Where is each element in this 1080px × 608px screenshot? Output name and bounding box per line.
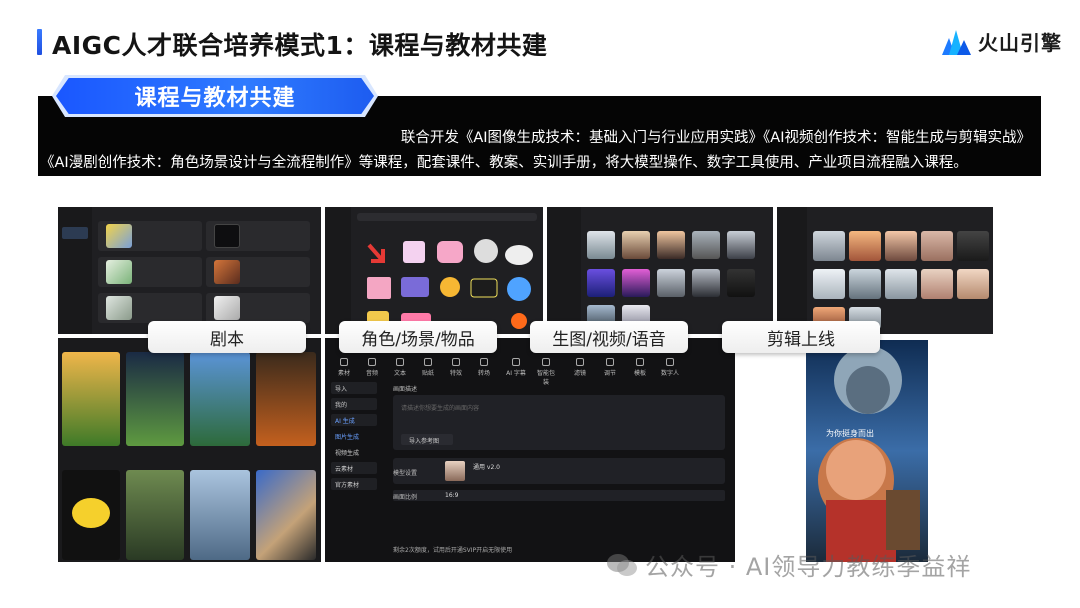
card-thumbnail xyxy=(214,260,240,284)
stage-label-generation: 生图/视频/语音 xyxy=(530,321,688,353)
quota-tip: 剩余2次额度，试用后开通SVIP开启无限使用 xyxy=(393,547,513,554)
logo-text: 火山引擎 xyxy=(978,31,1062,55)
screenshot-video-gallery xyxy=(777,207,993,334)
card-thumbnail xyxy=(214,296,240,320)
stage-label-script: 剧本 xyxy=(148,321,306,353)
effects-icon xyxy=(452,358,460,366)
menu-mine[interactable]: 我的 xyxy=(331,398,377,410)
screenshot-script-app xyxy=(58,207,321,334)
digital-human-icon xyxy=(666,358,674,366)
menu-video-generate[interactable]: 视频生成 xyxy=(331,446,377,458)
anime-poster-art xyxy=(806,340,928,562)
import-reference-button[interactable]: 导入参考图 xyxy=(401,434,453,445)
model-select[interactable]: 通用 v2.0 xyxy=(393,458,725,484)
text-icon xyxy=(396,358,404,366)
screenshot-anime-poster: 为你挺身而出 xyxy=(806,340,928,562)
package-icon xyxy=(542,358,550,366)
tool-item[interactable]: 模板 xyxy=(629,358,651,377)
model-avatar xyxy=(445,461,465,481)
section-tag-text: 课程与教材共建 xyxy=(134,86,296,111)
page-title: AIGC人才联合培养模式1：课程与教材共建 xyxy=(52,31,548,60)
card-thumbnail xyxy=(106,260,132,284)
screenshot-asset-library xyxy=(325,207,543,334)
subtitle-icon xyxy=(512,358,520,366)
sticker-grid xyxy=(367,239,533,329)
menu-official-assets[interactable]: 官方素材 xyxy=(331,478,377,490)
description-line-2: 《AI漫剧创作技术：角色场景设计与全流程制作》等课程，配套课件、教案、实训手册，… xyxy=(40,155,968,171)
template-icon xyxy=(636,358,644,366)
tool-item[interactable]: AI 字幕 xyxy=(505,358,527,377)
menu-ai-generate[interactable]: AI 生成 xyxy=(331,414,377,426)
adjust-icon xyxy=(606,358,614,366)
model-name: 通用 v2.0 xyxy=(473,464,501,471)
description-line-1: 联合开发《AI图像生成技术：基础入门与行业应用实践》《AI视频创作技术：智能生成… xyxy=(400,130,1031,146)
tool-item[interactable]: 滤镜 xyxy=(569,358,591,377)
audio-icon xyxy=(368,358,376,366)
card-thumbnail xyxy=(106,224,132,248)
menu-cloud-assets[interactable]: 云素材 xyxy=(331,462,377,474)
tool-item[interactable]: 智能包装 xyxy=(535,358,557,386)
brand-logo: 火山引擎 xyxy=(940,27,1062,56)
poster-caption: 为你挺身而出 xyxy=(826,429,874,438)
watermark-text: 公众号 · AI领导力教练季益祥 xyxy=(645,553,972,581)
app-sidebar xyxy=(325,207,351,334)
stage-label-editing: 剪辑上线 xyxy=(722,321,880,353)
tool-item[interactable]: 音频 xyxy=(361,358,383,377)
app-sidebar xyxy=(777,207,807,334)
tool-item[interactable]: 转场 xyxy=(473,358,495,377)
sticker-icon xyxy=(424,358,432,366)
ratio-select[interactable]: 16:9 xyxy=(393,490,725,501)
tool-item[interactable]: 数字人 xyxy=(659,358,681,377)
materials-icon xyxy=(340,358,348,366)
tool-item[interactable]: 贴纸 xyxy=(417,358,439,377)
title-accent-bar xyxy=(37,29,42,55)
tool-item[interactable]: 文本 xyxy=(389,358,411,377)
model-label: 模型设置 xyxy=(393,470,418,477)
ratio-label: 画面比例 xyxy=(393,494,418,501)
screenshot-ai-editor: 素材 音频 文本 贴纸 特效 转场 AI 字幕 智能包装 滤镜 调节 模板 数字… xyxy=(325,338,735,562)
section-tag: 课程与教材共建 xyxy=(56,78,374,114)
prompt-placeholder: 请描述你想要生成的画面内容 xyxy=(401,405,480,412)
card-thumbnail xyxy=(106,296,132,320)
app-sidebar xyxy=(58,207,92,334)
transition-icon xyxy=(480,358,488,366)
wechat-icon xyxy=(607,553,637,576)
tool-item[interactable]: 素材 xyxy=(333,358,355,377)
prompt-input[interactable]: 请描述你想要生成的画面内容 导入参考图 xyxy=(393,395,725,450)
search-bar xyxy=(357,213,537,221)
filter-icon xyxy=(576,358,584,366)
stage-label-assets: 角色/场景/物品 xyxy=(339,321,497,353)
volcano-logo-icon xyxy=(942,29,971,55)
prompt-label: 画面描述 xyxy=(393,386,418,393)
tool-item[interactable]: 调节 xyxy=(599,358,621,377)
ratio-value: 16:9 xyxy=(445,492,459,499)
menu-image-generate[interactable]: 图片生成 xyxy=(331,430,377,442)
tool-item[interactable]: 特效 xyxy=(445,358,467,377)
screenshot-image-generation xyxy=(547,207,773,334)
app-sidebar xyxy=(547,207,581,334)
screenshot-short-video-feed xyxy=(58,338,321,562)
card-thumbnail xyxy=(214,224,240,248)
menu-import[interactable]: 导入 xyxy=(331,382,377,394)
watermark: 公众号 · AI领导力教练季益祥 xyxy=(605,547,971,582)
